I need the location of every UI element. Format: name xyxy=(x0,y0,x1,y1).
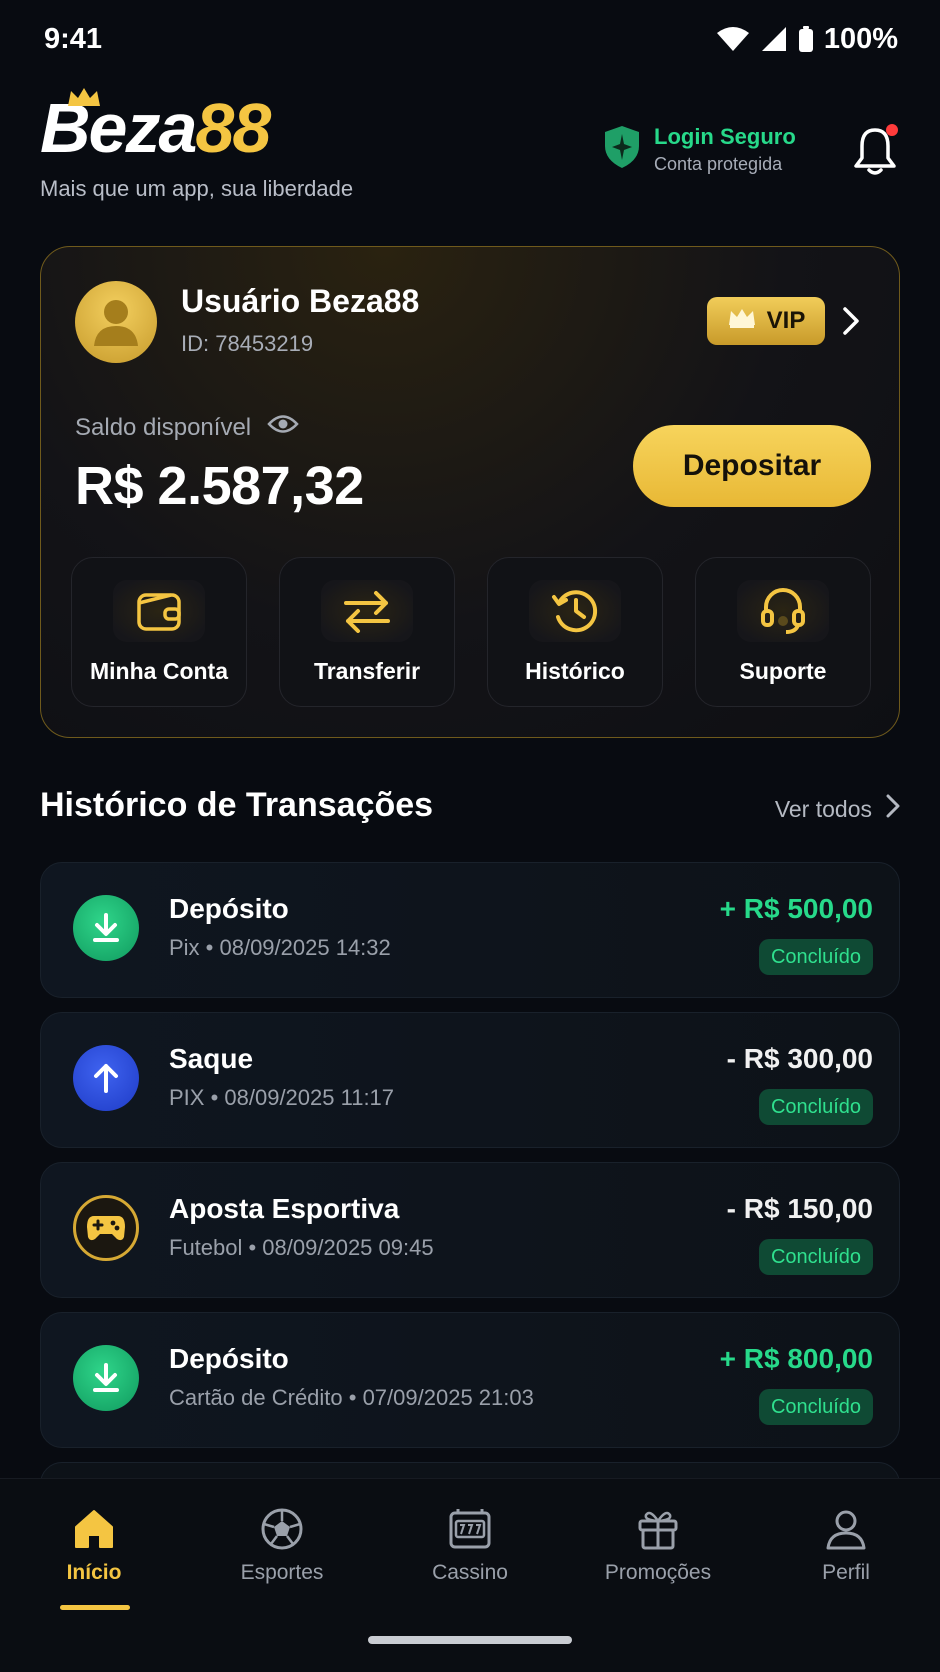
avatar[interactable] xyxy=(75,281,157,363)
action-historico[interactable]: Histórico xyxy=(487,557,663,707)
deposit-icon xyxy=(73,1345,139,1411)
status-badge: Concluído xyxy=(758,939,873,975)
app-header: Beza88 Mais que um app, sua liberdade Lo… xyxy=(40,88,900,208)
status-time: 9:41 xyxy=(44,22,103,55)
secure-login-subtitle: Conta protegida xyxy=(654,154,783,174)
transaction-row[interactable]: Saque PIX • 08/09/2025 11:17 - R$ 300,00… xyxy=(40,1012,900,1148)
transaction-amount: - R$ 300,00 xyxy=(726,1043,873,1074)
secure-login-indicator[interactable]: Login Seguro Conta protegida xyxy=(602,124,796,175)
shield-icon xyxy=(602,124,642,175)
transaction-details: Pix • 08/09/2025 14:32 xyxy=(169,935,391,960)
deposit-button[interactable]: Depositar xyxy=(633,425,871,507)
quick-actions: Minha Conta Transferir Histórico Suporte xyxy=(71,557,871,707)
transaction-amount: - R$ 150,00 xyxy=(726,1193,873,1224)
see-all-label: Ver todos xyxy=(774,795,872,822)
nav-label: Cassino xyxy=(432,1561,508,1584)
signal-icon xyxy=(760,26,788,52)
balance-label: Saldo disponível xyxy=(75,413,252,441)
action-label: Suporte xyxy=(739,658,827,684)
action-minha-conta[interactable]: Minha Conta xyxy=(71,557,247,707)
action-label: Transferir xyxy=(313,658,421,684)
battery-percentage: 100% xyxy=(823,22,898,55)
transaction-details: Futebol • 08/09/2025 09:45 xyxy=(169,1235,434,1260)
action-label: Histórico xyxy=(525,658,625,684)
nav-label: Promoções xyxy=(604,1561,712,1584)
home-icon xyxy=(72,1507,116,1551)
status-badge: Concluído xyxy=(758,1389,873,1425)
chevron-right-icon[interactable] xyxy=(841,305,861,342)
transaction-details: Cartão de Crédito • 07/09/2025 21:03 xyxy=(169,1385,534,1410)
soccer-ball-icon xyxy=(260,1507,304,1551)
vip-label: VIP xyxy=(766,307,806,334)
nav-item-esportes[interactable]: Esportes xyxy=(188,1507,376,1585)
battery-icon xyxy=(798,26,814,52)
balance-label-row: Saldo disponível xyxy=(75,413,299,442)
nav-label: Perfil xyxy=(822,1561,870,1584)
crown-icon xyxy=(727,307,757,336)
gamepad-icon xyxy=(73,1195,139,1261)
wifi-icon xyxy=(716,26,750,52)
secure-login-title: Login Seguro xyxy=(654,124,796,149)
balance-value: R$ 2.587,32 xyxy=(75,456,364,516)
action-label: Minha Conta xyxy=(90,658,228,684)
nav-item-promocoes[interactable]: Promoções xyxy=(564,1507,752,1585)
status-icons: 100% xyxy=(716,23,898,56)
user-icon xyxy=(824,1507,868,1551)
transaction-row[interactable]: Aposta Esportiva Futebol • 08/09/2025 09… xyxy=(40,1162,900,1298)
brand-logo: Beza88 xyxy=(40,86,271,168)
see-all-link[interactable]: Ver todos xyxy=(775,794,900,824)
nav-label: Esportes xyxy=(240,1561,324,1584)
active-tab-indicator xyxy=(60,1605,130,1610)
vip-badge[interactable]: VIP xyxy=(707,297,825,345)
user-id: ID: 78453219 xyxy=(181,331,314,356)
wallet-icon xyxy=(113,580,205,642)
transaction-title: Aposta Esportiva xyxy=(169,1193,400,1224)
crown-icon xyxy=(66,86,102,113)
transaction-title: Depósito xyxy=(169,1343,289,1374)
nav-item-perfil[interactable]: Perfil xyxy=(752,1507,940,1585)
transaction-row[interactable]: Depósito Cartão de Crédito • 07/09/2025 … xyxy=(40,1312,900,1448)
transfer-icon xyxy=(321,580,413,642)
nav-item-inicio[interactable]: Início xyxy=(0,1507,188,1585)
nav-item-cassino[interactable]: Cassino xyxy=(376,1507,564,1585)
withdraw-icon xyxy=(73,1045,139,1111)
bell-icon xyxy=(850,128,900,182)
action-suporte[interactable]: Suporte xyxy=(695,557,871,707)
eye-icon[interactable] xyxy=(267,413,299,442)
transaction-row[interactable]: Depósito Pix • 08/09/2025 14:32 + R$ 500… xyxy=(40,862,900,998)
home-indicator[interactable] xyxy=(368,1636,572,1644)
notification-dot xyxy=(886,124,898,136)
logo-text-88: 88 xyxy=(195,89,271,167)
transaction-list: Depósito Pix • 08/09/2025 14:32 + R$ 500… xyxy=(40,862,900,1462)
headset-icon xyxy=(737,580,829,642)
user-name: Usuário Beza88 xyxy=(181,283,420,319)
section-title: Histórico de Transações xyxy=(40,786,434,824)
transaction-title: Saque xyxy=(169,1043,254,1074)
transaction-amount: + R$ 500,00 xyxy=(719,893,873,924)
account-card: Usuário Beza88 ID: 78453219 VIP Saldo di… xyxy=(40,246,900,738)
notifications-button[interactable] xyxy=(850,124,900,178)
transaction-title: Depósito xyxy=(169,893,289,924)
status-badge: Concluído xyxy=(758,1089,873,1125)
gift-icon xyxy=(636,1507,680,1551)
deposit-icon xyxy=(73,895,139,961)
nav-label: Início xyxy=(66,1561,122,1584)
status-bar: 9:41 100% xyxy=(0,0,940,78)
transaction-details: PIX • 08/09/2025 11:17 xyxy=(169,1085,395,1110)
transaction-amount: + R$ 800,00 xyxy=(719,1343,873,1374)
chevron-right-icon xyxy=(886,794,900,824)
tagline: Mais que um app, sua liberdade xyxy=(40,176,354,201)
status-badge: Concluído xyxy=(758,1239,873,1275)
logo-text-beza: Beza xyxy=(40,89,197,167)
slot-machine-icon xyxy=(448,1507,492,1551)
action-transferir[interactable]: Transferir xyxy=(279,557,455,707)
history-icon xyxy=(529,580,621,642)
